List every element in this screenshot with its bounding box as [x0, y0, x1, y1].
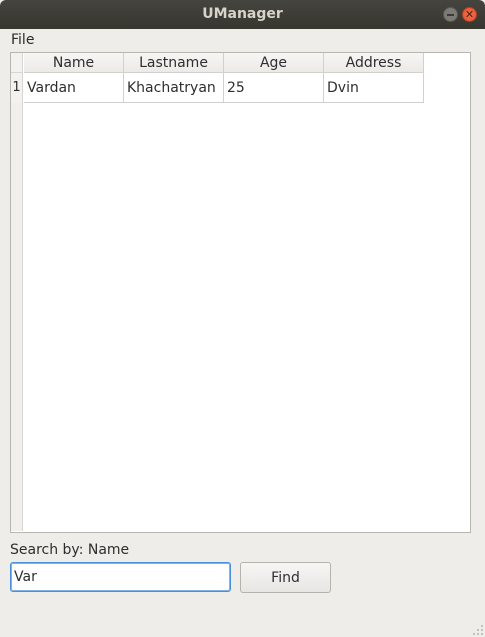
cell-name[interactable]: Vardan: [24, 73, 124, 103]
column-header-address[interactable]: Address: [324, 53, 424, 73]
table-header: Name Lastname Age Address: [24, 53, 424, 73]
minimize-icon: [447, 13, 454, 16]
menu-file[interactable]: File: [11, 32, 34, 48]
find-button[interactable]: Find: [240, 562, 331, 593]
cell-address[interactable]: Dvin: [324, 73, 424, 103]
search-input[interactable]: [10, 562, 231, 592]
table-corner-button[interactable]: [11, 53, 23, 73]
minimize-button[interactable]: [443, 7, 458, 22]
column-header-name[interactable]: Name: [24, 53, 124, 73]
close-icon: ✕: [464, 8, 475, 21]
column-header-lastname[interactable]: Lastname: [124, 53, 224, 73]
menu-bar: File: [0, 29, 485, 52]
title-bar[interactable]: UManager ✕: [0, 0, 485, 29]
app-window: UManager ✕ File Name Lastname Age Addres…: [0, 0, 485, 637]
cell-age[interactable]: 25: [224, 73, 324, 103]
close-button[interactable]: ✕: [462, 7, 477, 22]
table-row[interactable]: Vardan Khachatryan 25 Dvin: [24, 73, 424, 103]
cell-lastname[interactable]: Khachatryan: [124, 73, 224, 103]
resize-grip[interactable]: [473, 625, 483, 635]
window-title: UManager: [202, 6, 283, 22]
users-table[interactable]: Name Lastname Age Address 1 Vardan Khach…: [10, 52, 471, 533]
row-header-gutter: [11, 73, 23, 531]
row-header[interactable]: 1: [11, 73, 23, 103]
column-header-age[interactable]: Age: [224, 53, 324, 73]
search-label: Search by: Name: [10, 542, 130, 558]
